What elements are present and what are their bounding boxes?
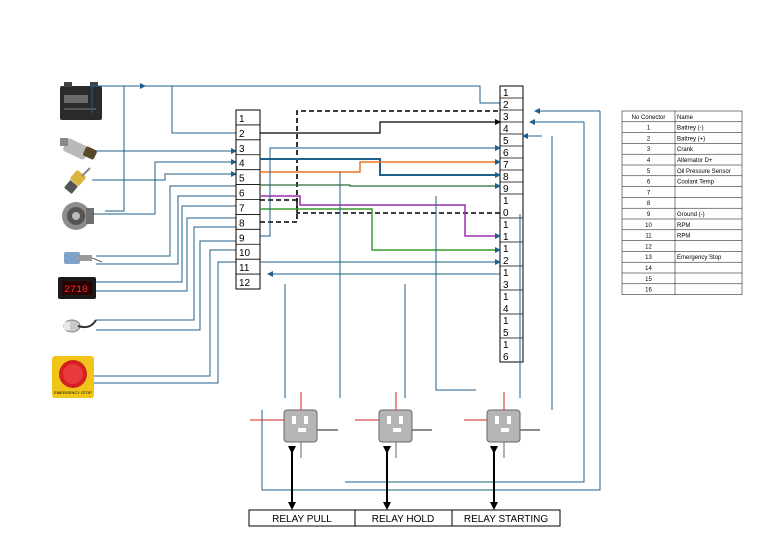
left-pin-label: 6 [239,189,245,200]
right-pin-label: 14 [503,292,509,315]
digital-display-icon: 2710 [58,277,96,299]
right-pin-label: 4 [503,124,509,135]
pin-table-cell-number: 16 [645,288,652,294]
emergency-stop-label: EMERGENCY STOP [54,390,92,395]
right-pin-label: 16 [503,340,509,363]
pin-table: No Conector Name1 Battrey (-)2 Battrey (+)3… [621,110,743,295]
wiring-diagram: 2710 EMERGENCY STOP 123456789101112 1234… [52,82,743,527]
pin-table-cell-name: Crank [677,147,694,153]
right-pin-label: 1 [503,88,509,99]
right-pin-label: 10 [503,196,509,219]
pin-table-cell-number: 13 [645,255,652,261]
right-pin-label: 15 [503,316,509,339]
right-pin-label: 3 [503,112,509,123]
left-pin-label: 9 [239,233,245,244]
relay-labels: RELAY PULL RELAY HOLD RELAY STARTING [248,509,561,527]
left-pin-label: 11 [239,263,250,274]
battery-icon [60,82,102,120]
relay-pull-label: RELAY PULL [272,514,332,525]
pin-table-cell-name: RPM [677,234,690,240]
relay-pull [250,392,338,458]
pin-table-cell-number: 11 [645,234,652,240]
relay-hold-label: RELAY HOLD [372,514,434,525]
pin-table-cell-name: Emergency Stop [677,255,722,261]
pin-table-cell-name: Oil Pressure Sensor [677,169,731,175]
pickup-sensor-icon [63,319,97,333]
right-pin-label: 2 [503,100,509,111]
pin-table-cell-number: 14 [645,266,652,272]
relay-starting-label: RELAY STARTING [464,514,549,525]
relay-hold [355,392,432,458]
pin-table-cell-number: 15 [645,277,652,283]
relay-starting [464,392,540,458]
pin-table-cell-number: 10 [645,223,652,229]
right-pin-label: 5 [503,136,509,147]
pin-table-cell-name: Ground (-) [677,212,705,218]
display-readout: 2710 [64,285,88,296]
left-pin-label: 10 [239,248,251,259]
rpm-sensor-icon [64,252,103,264]
emergency-stop-button-icon: EMERGENCY STOP [52,356,94,398]
right-pin-label: 12 [503,244,509,267]
left-pin-label: 4 [239,159,245,170]
left-pin-label: 1 [239,114,245,125]
alternator-icon [62,202,94,230]
pin-table-cell-name: Coolant Temp [677,180,715,186]
component-wires [91,83,500,384]
right-pin-label: 6 [503,148,509,159]
relay-arrows [288,446,498,510]
left-pin-label: 5 [239,174,245,185]
pin-table-cell-name: Battrey (+) [677,136,705,142]
right-pin-label: 11 [503,220,509,243]
left-pin-label: 3 [239,144,245,155]
pin-table-cell-name: RPM [677,223,690,229]
right-pin-label: 7 [503,160,509,171]
pin-table-header: Name [677,115,694,121]
pin-table-header: No Conector [632,115,666,121]
pin-table-cell-name: Battrey (-) [677,126,704,132]
pin-table-cell-name: Alternator D+ [677,158,713,164]
oil-pressure-sensor-icon [60,138,97,160]
left-pin-label: 7 [239,203,245,214]
right-pin-label: 13 [503,268,509,291]
left-pin-label: 12 [239,278,251,289]
right-pin-label: 8 [503,172,509,183]
pin-table-cell-number: 12 [645,244,652,250]
right-pin-label: 9 [503,184,509,195]
left-pin-label: 8 [239,218,245,229]
coolant-temp-sensor-icon [64,167,91,194]
left-pin-label: 2 [239,129,245,140]
